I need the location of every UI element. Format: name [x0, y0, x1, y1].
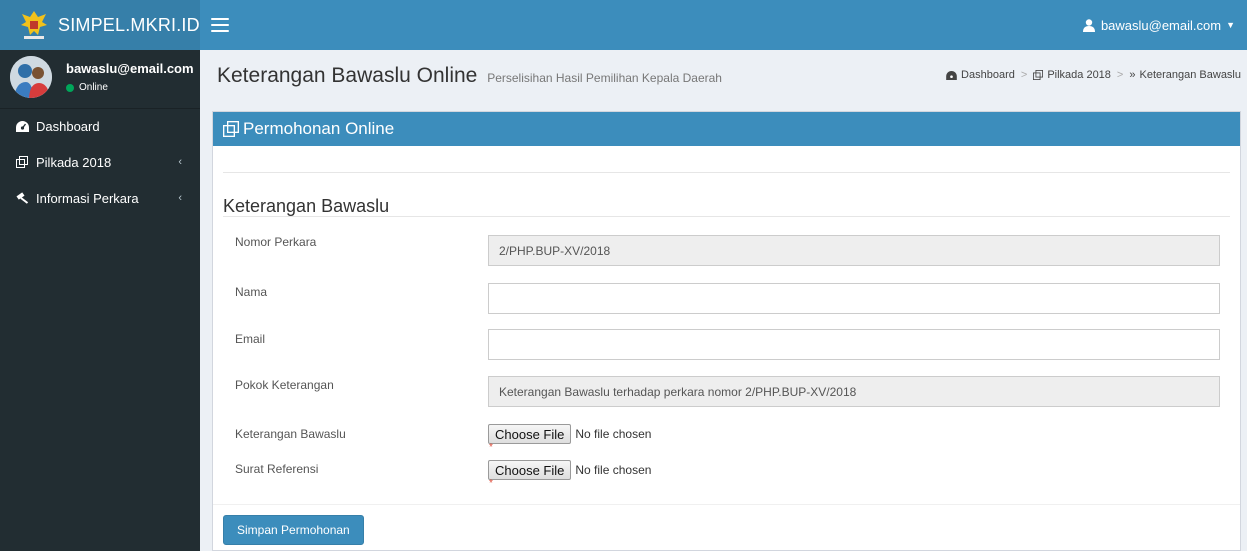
- nama-field[interactable]: [488, 283, 1220, 314]
- sidebar-toggle-icon[interactable]: [211, 18, 229, 32]
- email-field[interactable]: [488, 329, 1220, 360]
- top-navbar: bawaslu@email.com ▼: [200, 0, 1247, 50]
- keterangan-bawaslu-file-input[interactable]: Choose File No file chosen: [488, 424, 651, 444]
- sidebar-item-label: Dashboard: [36, 119, 100, 134]
- pokok-keterangan-label: Pokok Keterangan: [235, 378, 334, 392]
- file-status-text: No file chosen: [575, 427, 652, 441]
- breadcrumb-separator: >: [1020, 69, 1028, 81]
- gavel-icon: [14, 192, 30, 204]
- choose-file-button[interactable]: Choose File: [488, 424, 572, 444]
- sidebar-item-label: Informasi Perkara: [36, 190, 139, 206]
- brand-title: SIMPEL.MKRI.ID: [58, 14, 200, 35]
- dashboard-icon: [946, 70, 957, 80]
- user-icon: [1082, 18, 1095, 32]
- required-mark: *: [489, 442, 493, 453]
- required-mark: *: [489, 478, 493, 489]
- user-panel: bawaslu@email.com Online: [0, 50, 200, 104]
- surat-referensi-label: Surat Referensi: [235, 462, 319, 476]
- chevron-left-icon: ‹: [178, 192, 182, 204]
- sidebar-item-pilkada-2018[interactable]: Pilkada 2018 ‹: [0, 144, 200, 180]
- chevron-left-icon: ‹: [178, 156, 182, 168]
- section-title: Keterangan Bawaslu: [223, 196, 390, 216]
- caret-down-icon: ▼: [1226, 20, 1235, 30]
- breadcrumb-separator: >: [1116, 69, 1124, 81]
- sidebar-item-informasi-perkara[interactable]: Informasi Perkara ‹: [0, 180, 200, 216]
- nama-label: Nama: [235, 285, 268, 299]
- page-title: Keterangan Bawaslu Online Perselisihan H…: [217, 64, 722, 88]
- box-footer: Simpan Permohonan: [213, 504, 1240, 551]
- surat-referensi-file-input[interactable]: Choose File No file chosen: [488, 460, 651, 480]
- divider: [223, 172, 1230, 173]
- user-status: Online: [66, 82, 194, 93]
- garuda-logo-icon: [20, 9, 48, 41]
- breadcrumb-item-dashboard[interactable]: Dashboard: [946, 69, 1015, 81]
- sidebar-user-name: bawaslu@email.com: [66, 61, 194, 76]
- nomor-perkara-field[interactable]: 2/PHP.BUP-XV/2018: [488, 235, 1220, 266]
- brand-logo-bar[interactable]: SIMPEL.MKRI.ID: [0, 0, 200, 50]
- dashboard-icon: [14, 121, 30, 132]
- content-header: Keterangan Bawaslu Online Perselisihan H…: [200, 50, 1247, 102]
- page-subtitle: Perselisihan Hasil Pemilihan Kepala Daer…: [487, 71, 722, 85]
- choose-file-button[interactable]: Choose File: [488, 460, 572, 480]
- nomor-perkara-label: Nomor Perkara: [235, 235, 317, 249]
- user-menu-email: bawaslu@email.com: [1100, 17, 1222, 33]
- file-status-text: No file chosen: [575, 463, 652, 477]
- user-status-label: Online: [79, 82, 108, 93]
- double-angle-right-icon: »: [1129, 69, 1136, 81]
- breadcrumb: Dashboard > Pilkada 2018 > » Keterangan …: [946, 69, 1241, 81]
- copy-icon: [223, 121, 239, 137]
- pokok-keterangan-field[interactable]: Keterangan Bawaslu terhadap perkara nomo…: [488, 376, 1220, 407]
- simpan-permohonan-button[interactable]: Simpan Permohonan: [223, 515, 364, 545]
- box-title: Permohonan Online: [243, 119, 395, 138]
- online-status-icon: [66, 83, 74, 92]
- box-header: Permohonan Online: [213, 112, 1240, 146]
- permohonan-box: Permohonan Online Keterangan Bawaslu Nom…: [212, 111, 1241, 551]
- breadcrumb-item-current: » Keterangan Bawaslu: [1129, 69, 1241, 81]
- sidebar: bawaslu@email.com Online Dashboard Pilka…: [0, 50, 200, 551]
- avatar: [10, 56, 52, 98]
- user-menu-dropdown[interactable]: bawaslu@email.com ▼: [1082, 0, 1235, 50]
- sidebar-item-dashboard[interactable]: Dashboard: [0, 108, 200, 144]
- breadcrumb-item-pilkada-2018[interactable]: Pilkada 2018: [1033, 69, 1111, 81]
- page-title-text: Keterangan Bawaslu Online: [217, 64, 478, 87]
- copy-icon: [14, 156, 30, 168]
- sidebar-item-label: Pilkada 2018: [36, 154, 112, 170]
- copy-icon: [1033, 70, 1044, 80]
- divider: [223, 216, 1230, 217]
- keterangan-bawaslu-label: Keterangan Bawaslu: [235, 427, 346, 441]
- email-label: Email: [235, 332, 266, 346]
